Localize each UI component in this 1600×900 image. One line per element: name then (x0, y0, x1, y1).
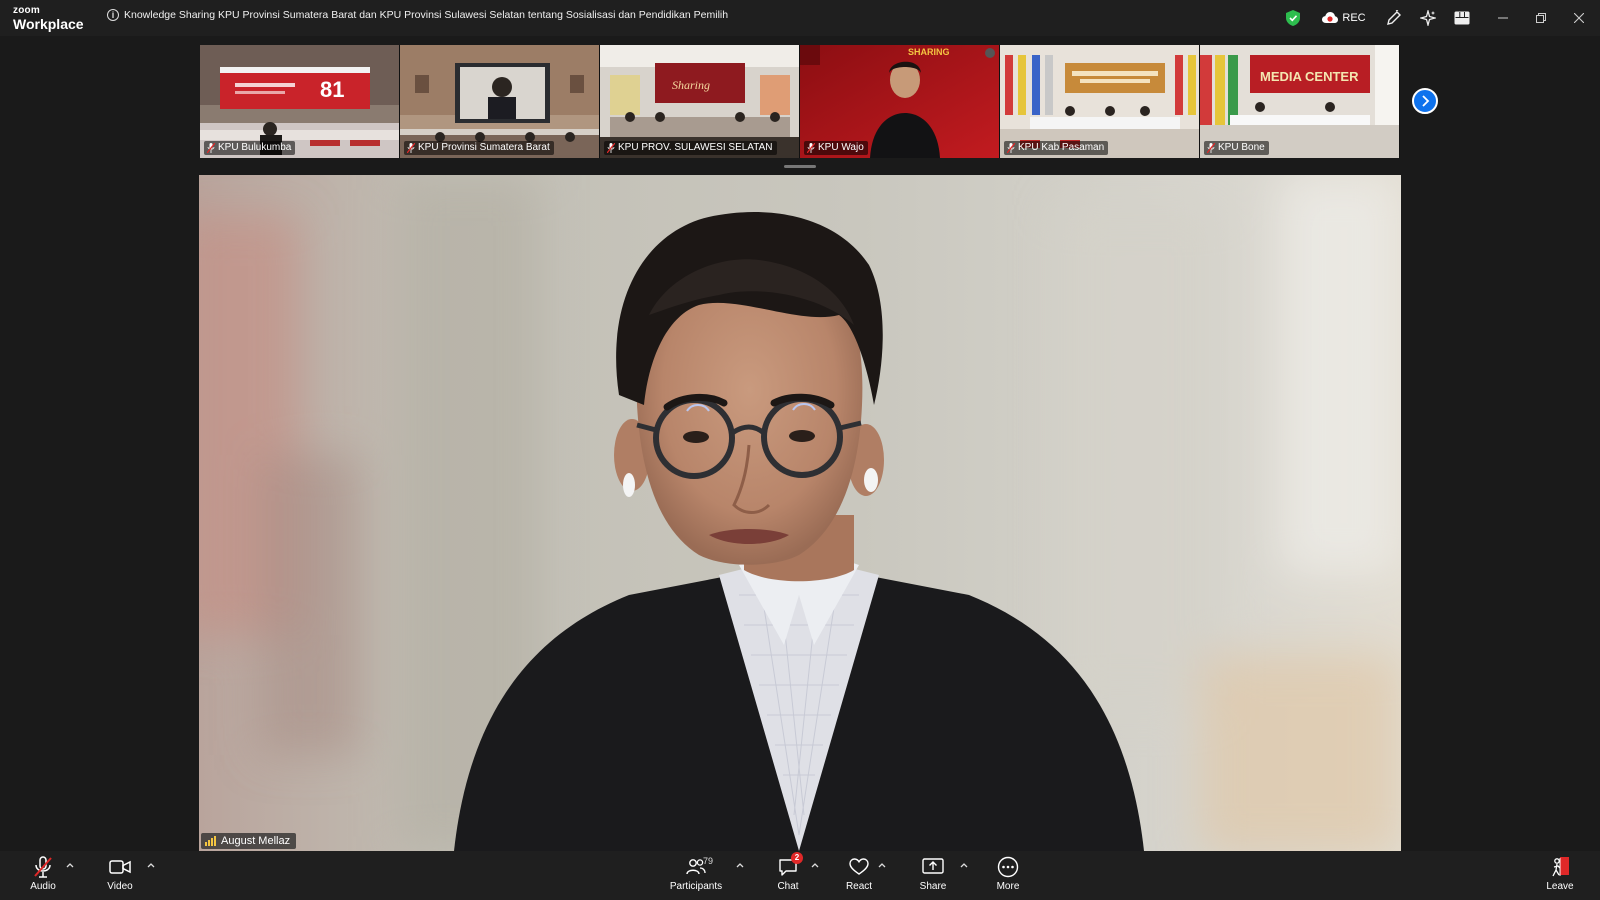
react-label: React (845, 881, 873, 892)
mic-muted-icon (1007, 143, 1015, 153)
leave-meeting-button[interactable]: Leave (1528, 855, 1592, 897)
more-options-icon (997, 856, 1019, 878)
participant-tile[interactable]: Sharing KPU PROV. SULAWESI SELATAN (600, 45, 800, 158)
svg-text:MEDIA CENTER: MEDIA CENTER (1260, 69, 1359, 84)
participant-thumbnail-strip: 81 KPU Bulukumba KPU Provinsi Sumatera B… (200, 45, 1400, 158)
chat-unread-badge: 2 (791, 852, 803, 864)
encryption-shield-icon[interactable] (1284, 7, 1302, 29)
participant-name-label: KPU Provinsi Sumatera Barat (404, 141, 554, 155)
participant-name-label: KPU PROV. SULAWESI SELATAN (604, 141, 777, 155)
participant-name-label: KPU Bone (1204, 141, 1269, 155)
svg-text:81: 81 (320, 77, 344, 102)
minimize-window-icon[interactable] (1488, 7, 1518, 29)
mic-muted-icon (807, 143, 815, 153)
mic-muted-icon (207, 143, 215, 153)
logo-text-small: zoom (13, 5, 40, 16)
chevron-up-icon (147, 862, 155, 867)
share-screen-button[interactable]: Share (901, 855, 965, 897)
video-options-caret[interactable] (145, 859, 157, 871)
chevron-up-icon (960, 862, 968, 867)
share-label: Share (919, 881, 947, 892)
react-options-caret[interactable] (876, 859, 888, 871)
zoom-logo: zoom Workplace (13, 5, 84, 32)
participant-tile[interactable]: 81 KPU Bulukumba (200, 45, 400, 158)
audio-options-caret[interactable] (64, 859, 76, 871)
share-screen-icon (922, 858, 944, 874)
chevron-up-icon (878, 862, 886, 867)
speaker-name-label: August Mellaz (201, 833, 297, 849)
mic-muted-icon (607, 143, 615, 153)
video-label: Video (107, 881, 133, 892)
participant-name-label: KPU Bulukumba (204, 141, 296, 155)
chevron-up-icon (811, 862, 819, 867)
video-button[interactable]: Video (88, 855, 152, 897)
participants-count: 79 (703, 856, 714, 866)
rec-label: REC (1342, 12, 1366, 24)
speaker-name: August Mellaz (221, 835, 291, 847)
share-options-caret[interactable] (958, 859, 970, 871)
audio-label: Audio (30, 881, 56, 892)
participant-tile[interactable]: KPU Kab Pasaman (1000, 45, 1200, 158)
ai-companion-sparkle-icon[interactable] (1417, 7, 1439, 29)
participant-name-label: KPU Wajo (804, 141, 868, 155)
participants-options-caret[interactable] (734, 859, 746, 871)
video-camera-icon (109, 860, 131, 874)
mic-muted-icon (407, 143, 415, 153)
close-window-icon[interactable] (1564, 7, 1594, 29)
heart-icon (849, 858, 869, 875)
more-label: More (996, 881, 1020, 892)
logo-text-big: Workplace (13, 16, 84, 32)
chat-options-caret[interactable] (809, 859, 821, 871)
svg-text:Sharing: Sharing (672, 78, 710, 92)
participant-name-label: KPU Kab Pasaman (1004, 141, 1109, 155)
annotate-pen-icon[interactable] (1383, 7, 1405, 29)
mic-muted-icon (1207, 143, 1215, 153)
participants-button[interactable]: 79 Participants (664, 855, 728, 897)
participant-tile[interactable]: MEDIA CENTER KPU Bone (1200, 45, 1400, 158)
view-grid-icon[interactable] (1451, 7, 1473, 29)
mic-muted-icon (34, 856, 52, 878)
leave-door-icon (1552, 857, 1569, 877)
participants-label: Participants (669, 881, 723, 892)
chevron-up-icon (66, 862, 74, 867)
chevron-right-icon (1422, 95, 1430, 107)
strip-resize-handle[interactable] (784, 165, 816, 168)
restore-window-icon[interactable] (1526, 7, 1556, 29)
next-page-button[interactable] (1412, 88, 1438, 114)
cloud-record-icon (1322, 12, 1339, 23)
chat-label: Chat (777, 881, 799, 892)
more-button[interactable]: More (976, 855, 1040, 897)
participant-tile[interactable]: KPU Provinsi Sumatera Barat (400, 45, 600, 158)
title-bar: zoom Workplace i Knowledge Sharing KPU P… (0, 0, 1600, 36)
audio-level-icon (205, 836, 216, 846)
active-speaker-video[interactable]: August Mellaz (199, 175, 1401, 851)
leave-label: Leave (1546, 881, 1574, 892)
svg-text:SHARING: SHARING (908, 47, 950, 57)
meeting-title: Knowledge Sharing KPU Provinsi Sumatera … (124, 9, 729, 21)
speaker-video-feed (199, 175, 1401, 851)
meeting-toolbar: Audio Video 79 Participants 2 Chat React… (0, 851, 1600, 900)
info-icon[interactable]: i (107, 9, 119, 21)
participant-tile[interactable]: SHARING KPU Wajo (800, 45, 1000, 158)
cloud-recording-indicator[interactable]: REC (1320, 7, 1368, 29)
chevron-up-icon (736, 862, 744, 867)
